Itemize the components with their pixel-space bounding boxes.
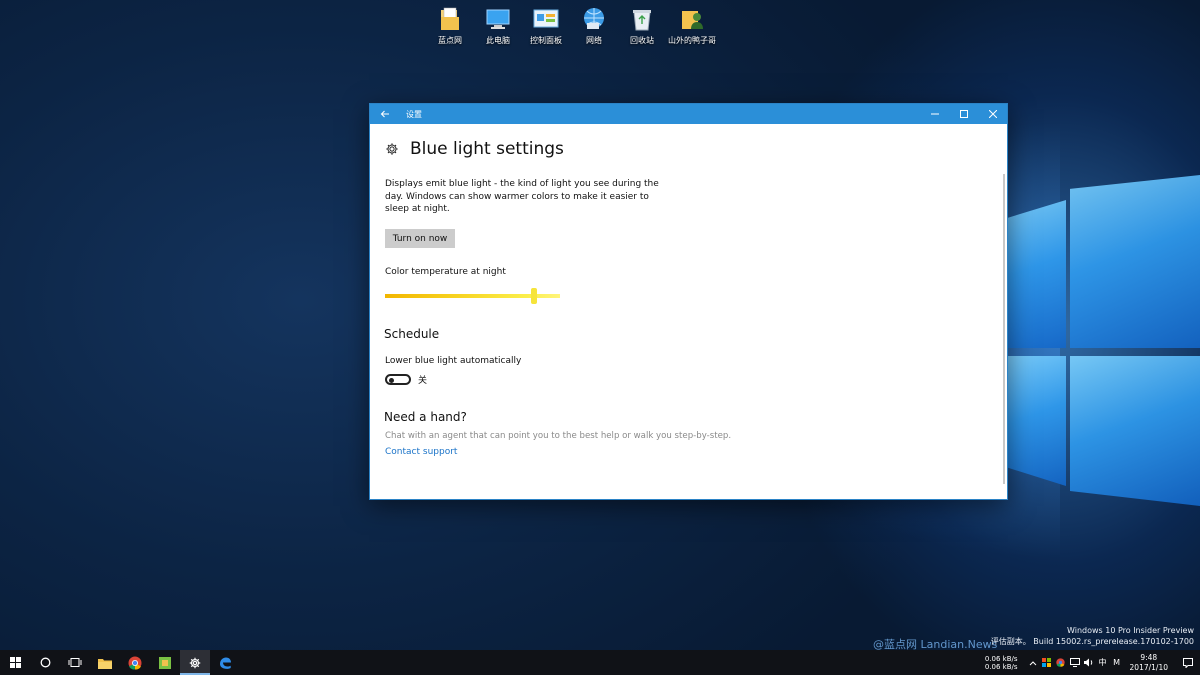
start-button[interactable] (0, 650, 30, 675)
lower-blue-light-toggle[interactable] (385, 374, 411, 385)
task-view-button[interactable] (60, 650, 90, 675)
volume-button[interactable] (1082, 650, 1096, 675)
ime-switch-button[interactable]: M (1110, 650, 1124, 675)
desktop-icon-this-pc[interactable]: 此电脑 (474, 6, 522, 46)
chrome-icon (1056, 658, 1065, 667)
tray-app-windows[interactable] (1040, 650, 1054, 675)
settings-taskbar-button[interactable] (180, 650, 210, 675)
contact-support-link[interactable]: Contact support (385, 447, 457, 457)
close-button[interactable] (978, 104, 1007, 124)
minimize-icon (930, 113, 939, 115)
desktop-icon-network[interactable]: 网络 (570, 6, 618, 46)
clock-time: 9:48 (1140, 652, 1158, 662)
arrow-left-icon (380, 110, 389, 118)
close-icon (988, 110, 997, 118)
system-tray: 0.06 kB/s 0.06 kB/s 中 M 9:48 2017/1/10 (985, 650, 1200, 675)
lower-blue-light-label: Lower blue light automatically (385, 356, 522, 366)
app-button[interactable] (150, 650, 180, 675)
show-hidden-icons[interactable] (1026, 650, 1040, 675)
help-heading: Need a hand? (384, 410, 467, 424)
edge-button[interactable] (210, 650, 240, 675)
desktop-icon-user-folder[interactable]: 山外的鸭子哥 (666, 6, 718, 46)
help-text: Chat with an agent that can point you to… (385, 431, 732, 441)
user-folder-icon (679, 6, 705, 32)
evaluation-watermark: Windows 10 Pro Insider Preview 评估副本。 Bui… (991, 625, 1194, 647)
folder-icon (98, 658, 112, 669)
toggle-knob (389, 377, 394, 383)
cortana-button[interactable] (30, 650, 60, 675)
color-temperature-slider[interactable] (385, 288, 560, 306)
network-speed: 0.06 kB/s 0.06 kB/s (985, 655, 1018, 671)
folder-document-icon (437, 6, 463, 32)
page-title: Blue light settings (410, 139, 564, 159)
description-text: Displays emit blue light - the kind of l… (385, 179, 659, 214)
desktop-icon-label: 网络 (586, 36, 602, 45)
colored-flag-icon (1042, 658, 1052, 667)
page-header: Blue light settings (385, 139, 564, 159)
chrome-icon (128, 656, 142, 670)
gear-icon (386, 143, 398, 155)
desktop-icons: 蓝点网 此电脑 控制面板 网络 回收站 山外的鸭子哥 (426, 6, 718, 46)
network-tray-button[interactable] (1068, 650, 1082, 675)
desktop-icon-recycle-bin[interactable]: 回收站 (618, 6, 666, 46)
maximize-icon (959, 110, 968, 118)
desktop-icon-label: 回收站 (630, 36, 654, 45)
speaker-icon (1083, 658, 1092, 667)
toggle-row: 关 (385, 373, 427, 386)
schedule-heading: Schedule (384, 327, 440, 341)
desktop-icon-landian[interactable]: 蓝点网 (426, 6, 474, 46)
cortana-circle-icon (40, 657, 50, 668)
tray-app-chrome[interactable] (1054, 650, 1068, 675)
action-center-button[interactable] (1176, 650, 1200, 675)
gear-icon (189, 657, 201, 668)
settings-content: Blue light settings Displays emit blue l… (384, 124, 1007, 499)
network-icon (581, 6, 607, 32)
task-view-icon (68, 658, 82, 667)
chevron-up-icon (1029, 660, 1036, 665)
net-upload: 0.06 kB/s (984, 654, 1018, 663)
desktop-icon-label: 控制面板 (530, 36, 562, 45)
control-panel-icon (533, 6, 559, 32)
net-download: 0.06 kB/s (984, 662, 1018, 671)
turn-on-now-button[interactable]: Turn on now (385, 229, 455, 248)
app-tile-icon (159, 656, 171, 669)
chrome-button[interactable] (120, 650, 150, 675)
scrollbar[interactable] (1003, 174, 1005, 484)
maximize-button[interactable] (949, 104, 978, 124)
settings-window: 设置 Blue light settings Displays emit blu… (369, 103, 1008, 500)
window-title: 设置 (406, 109, 422, 119)
toggle-state-label: 关 (418, 376, 428, 386)
edge-icon (220, 657, 231, 669)
slider-thumb[interactable] (530, 288, 537, 304)
file-explorer-button[interactable] (90, 650, 120, 675)
clock[interactable]: 9:48 2017/1/10 (1130, 653, 1168, 673)
wallpaper-logo-pane (1008, 356, 1066, 486)
ime-mode-button[interactable]: 中 (1096, 650, 1110, 675)
desktop-icon-control-panel[interactable]: 控制面板 (522, 6, 570, 46)
windows-logo-icon (9, 657, 21, 668)
window-titlebar: 设置 (370, 104, 1007, 124)
minimize-button[interactable] (920, 104, 949, 124)
desktop-icon-label: 此电脑 (486, 36, 510, 45)
wallpaper-logo-pane (1070, 356, 1200, 506)
desktop-icon-label: 蓝点网 (438, 36, 462, 45)
back-button[interactable] (370, 104, 400, 124)
watermark-line: 评估副本。 Build 15002.rs_prerelease.170102-1… (990, 637, 1194, 646)
wallpaper-logo-pane (1070, 175, 1200, 348)
desktop-icon-label: 山外的鸭子哥 (668, 36, 716, 45)
taskbar: 0.06 kB/s 0.06 kB/s 中 M 9:48 2017/1/10 (0, 650, 1200, 675)
notification-icon (1183, 657, 1193, 668)
monitor-network-icon (1069, 658, 1080, 667)
computer-icon (485, 6, 511, 32)
wallpaper-logo-pane (1008, 200, 1066, 348)
recycle-bin-icon (629, 6, 655, 32)
color-temperature-label: Color temperature at night (385, 267, 506, 277)
watermark-line: Windows 10 Pro Insider Preview (1066, 626, 1194, 635)
clock-date: 2017/1/10 (1129, 662, 1168, 672)
